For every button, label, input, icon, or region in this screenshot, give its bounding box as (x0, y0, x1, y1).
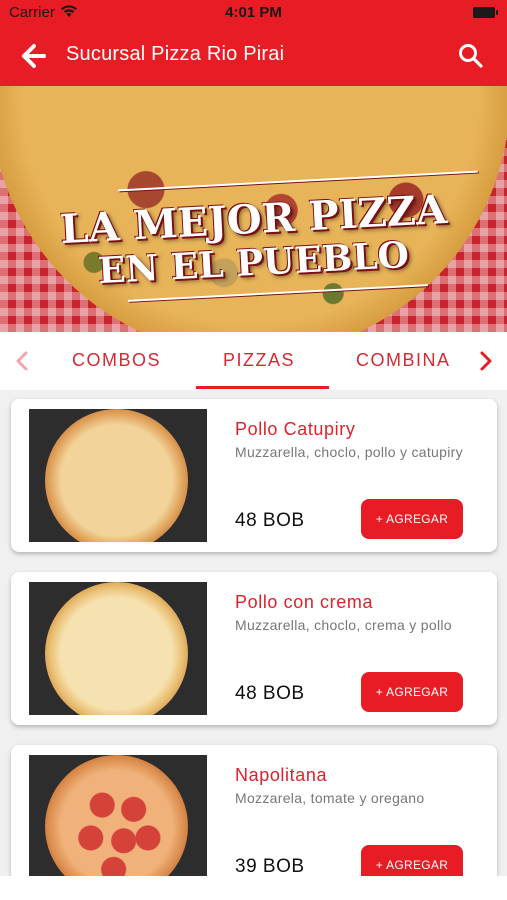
search-button[interactable] (457, 42, 485, 70)
add-to-cart-button[interactable]: + AGREGAR (361, 845, 463, 876)
chevron-left-icon (16, 351, 28, 371)
tabs-scroll-right-button[interactable] (472, 348, 498, 374)
product-name: Napolitana (235, 765, 328, 785)
chevron-right-icon (480, 351, 492, 371)
status-bar: Carrier 4:01 PM (0, 0, 507, 26)
product-description: Mozzarela, tomate y oregano (235, 790, 425, 806)
pizza-image (45, 755, 188, 876)
product-image (29, 582, 207, 715)
pizza-image (45, 409, 188, 542)
add-to-cart-button[interactable]: + AGREGAR (361, 499, 463, 539)
pizza-image (45, 582, 188, 715)
product-card[interactable]: Napolitana Mozzarela, tomate y oregano 3… (11, 745, 497, 876)
tab-combos[interactable]: COMBOS (72, 350, 161, 371)
add-to-cart-button[interactable]: + AGREGAR (361, 672, 463, 712)
category-tabs: COMBOS PIZZAS COMBINA (0, 332, 507, 390)
product-price: 48 BOB (235, 510, 305, 531)
clock: 4:01 PM (225, 4, 282, 21)
product-list[interactable]: Pollo Catupiry Muzzarella, choclo, pollo… (0, 390, 507, 876)
product-name: Pollo Catupiry (235, 419, 356, 439)
app-header: Sucursal Pizza Rio Pirai (0, 26, 507, 86)
bottom-safe-area (0, 876, 507, 900)
arrow-left-icon (22, 44, 46, 68)
product-card[interactable]: Pollo con crema Muzzarella, choclo, crem… (11, 572, 497, 725)
product-price: 39 BOB (235, 856, 305, 876)
promo-banner: La Mejor Pizza en el Pueblo (0, 86, 507, 332)
battery-icon (473, 7, 498, 18)
product-description: Muzzarella, choclo, crema y pollo (235, 617, 452, 633)
search-icon (459, 44, 483, 68)
product-image (29, 409, 207, 542)
product-price: 48 BOB (235, 683, 305, 704)
tab-combina[interactable]: COMBINA (356, 350, 451, 371)
back-button[interactable] (20, 42, 50, 70)
tabs-scroll-left-button[interactable] (10, 348, 36, 374)
tab-pizzas[interactable]: PIZZAS (223, 350, 295, 371)
product-image (29, 755, 207, 876)
product-name: Pollo con crema (235, 592, 374, 612)
product-card[interactable]: Pollo Catupiry Muzzarella, choclo, pollo… (11, 399, 497, 552)
active-tab-indicator (196, 386, 329, 389)
product-description: Muzzarella, choclo, pollo y catupiry (235, 444, 463, 460)
page-title: Sucursal Pizza Rio Pirai (66, 43, 285, 65)
